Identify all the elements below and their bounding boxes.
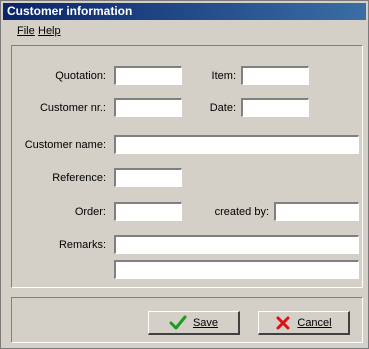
save-label: Save xyxy=(192,316,219,329)
customer-name-label: Customer name: xyxy=(24,139,106,151)
order-label: Order: xyxy=(74,206,106,218)
created-by-label: created by: xyxy=(214,206,269,218)
customer-nr-label: Customer nr.: xyxy=(39,102,106,114)
window-title: Customer information xyxy=(7,4,133,18)
save-button[interactable]: Save xyxy=(148,311,240,335)
item-field[interactable] xyxy=(241,66,309,85)
remarks-field-line2[interactable] xyxy=(114,260,359,279)
quotation-label: Quotation: xyxy=(55,70,106,82)
reference-field[interactable] xyxy=(114,168,182,187)
x-icon xyxy=(276,316,290,329)
menu-bar: File Help xyxy=(3,23,366,40)
customer-name-field[interactable] xyxy=(114,135,359,154)
menu-file[interactable]: File xyxy=(17,25,35,37)
order-field[interactable] xyxy=(114,202,182,221)
title-bar: Customer information xyxy=(3,3,366,20)
remarks-field-line1[interactable] xyxy=(114,235,359,254)
date-field[interactable] xyxy=(241,98,309,117)
menu-help[interactable]: Help xyxy=(38,25,61,37)
cancel-button[interactable]: Cancel xyxy=(258,311,350,335)
customer-information-window: Customer information File Help Quotation… xyxy=(0,0,369,349)
quotation-field[interactable] xyxy=(114,66,182,85)
reference-label: Reference: xyxy=(52,172,106,184)
cancel-label: Cancel xyxy=(297,316,332,329)
date-label: Date: xyxy=(209,102,236,114)
customer-nr-field[interactable] xyxy=(114,98,182,117)
created-by-field[interactable] xyxy=(274,202,359,221)
check-icon xyxy=(169,315,187,329)
item-label: Item: xyxy=(211,70,236,82)
remarks-label: Remarks: xyxy=(58,239,106,251)
